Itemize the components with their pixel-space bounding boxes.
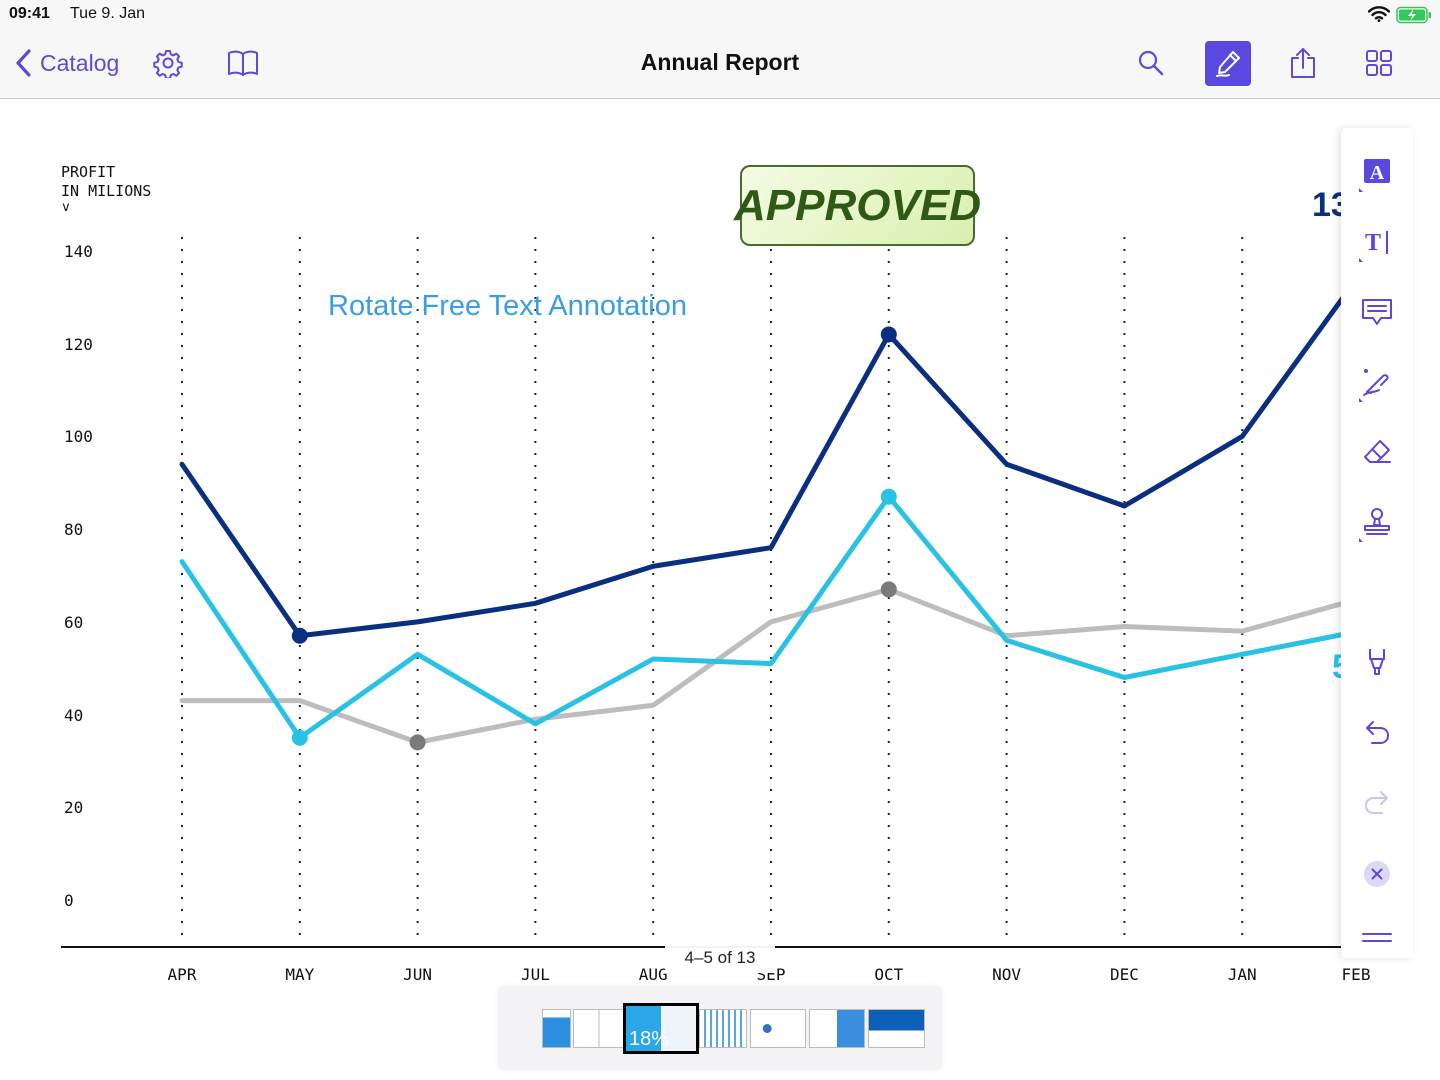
back-button[interactable]: Catalog	[14, 47, 119, 79]
thumbnail-page[interactable]	[750, 1009, 806, 1048]
x-tick-label: OCT	[874, 965, 904, 984]
thumbnail-active-label: 18%	[629, 1028, 670, 1050]
free-text-tool[interactable]: T	[1355, 220, 1399, 264]
chevron-left-icon	[16, 49, 31, 77]
y-tick-label: 40	[64, 705, 84, 725]
y-tick-label: 0	[64, 891, 74, 910]
stamp-tool[interactable]	[1355, 500, 1399, 544]
y-axis-label-line1: PROFIT	[61, 163, 116, 181]
approved-stamp[interactable]: APPROVED	[734, 165, 981, 246]
x-tick-label: FEB	[1341, 965, 1371, 984]
search-button[interactable]	[1134, 46, 1168, 80]
gear-icon	[153, 50, 183, 78]
y-axis-arrow: v	[62, 200, 70, 215]
thumbnail-grid-button[interactable]	[1362, 46, 1396, 80]
y-tick-label: 100	[64, 427, 93, 447]
x-tick-label: JUL	[520, 965, 550, 984]
eraser-icon	[1364, 440, 1391, 463]
battery-icon	[1396, 6, 1431, 24]
status-date: Tue 9. Jan	[70, 5, 146, 22]
status-time: 09:41	[9, 5, 50, 22]
status-bar: 09:41 Tue 9. Jan	[0, 0, 1440, 28]
y-tick-label: 20	[64, 798, 84, 818]
x-tick-label: DEC	[1109, 965, 1139, 984]
document-page[interactable]: PROFIT IN MILIONS v 140 120 100 80 60 40 20 0 AP…	[0, 100, 1440, 1080]
x-tick-label: APR	[167, 965, 197, 984]
stamp-icon	[1364, 508, 1390, 535]
text-highlight-tool[interactable]: A	[1355, 150, 1399, 194]
x-tick-label: MAY	[285, 965, 315, 984]
wifi-icon	[1368, 6, 1390, 22]
eraser-tool[interactable]	[1355, 430, 1399, 474]
y-axis-label-line2: IN MILIONS	[61, 182, 152, 200]
thumbnail-page[interactable]	[809, 1009, 865, 1048]
series-marker-cyan-may	[291, 729, 308, 746]
thumbnail-scrubber[interactable]: 18%	[499, 987, 941, 1069]
close-icon	[1364, 861, 1390, 887]
highlighter-icon	[1369, 649, 1385, 675]
outline-button[interactable]	[226, 46, 260, 80]
back-label: Catalog	[40, 49, 120, 76]
thumbnail-page[interactable]	[699, 1009, 747, 1048]
signature-tool[interactable]	[1355, 360, 1399, 404]
page-indicator: 4–5 of 13	[665, 943, 775, 973]
stamp-text: APPROVED	[734, 180, 981, 230]
y-tick-label: 60	[64, 612, 84, 632]
svg-text:A: A	[1370, 162, 1385, 184]
note-icon	[1362, 299, 1392, 325]
share-icon	[1291, 48, 1315, 78]
signature-icon	[1363, 369, 1389, 396]
note-tool[interactable]	[1355, 290, 1399, 334]
svg-text:T: T	[1365, 230, 1381, 256]
thumbnail-page-active[interactable]: 18%	[623, 1003, 699, 1054]
close-toolbar-button[interactable]	[1355, 852, 1399, 896]
nav-bar: Catalog Annual Report	[0, 28, 1440, 99]
series-marker-navy-may	[291, 627, 308, 644]
pen-icon	[1216, 50, 1240, 77]
redo-button[interactable]	[1355, 780, 1399, 824]
free-text-icon: T	[1365, 230, 1388, 256]
x-tick-label: NOV	[992, 965, 1022, 984]
series-marker-grey-jun	[409, 734, 426, 751]
free-text-annotation[interactable]: Rotate Free Text Annotation	[328, 290, 687, 323]
series-line-cyan	[179, 494, 1363, 741]
search-icon	[1138, 50, 1164, 76]
document-title: Annual Report	[640, 49, 800, 75]
highlighter-tool[interactable]	[1355, 640, 1399, 684]
drag-handle-icon	[1362, 933, 1392, 942]
undo-button[interactable]	[1355, 710, 1399, 754]
toolbar-drag-handle[interactable]	[1355, 916, 1399, 960]
redo-icon	[1365, 791, 1388, 814]
x-tick-label: JAN	[1227, 965, 1257, 984]
share-button[interactable]	[1286, 46, 1320, 80]
y-tick-label: 140	[64, 242, 93, 261]
y-tick-label: 120	[64, 334, 93, 354]
undo-icon	[1366, 721, 1389, 744]
settings-button[interactable]	[151, 46, 185, 80]
series-marker-navy-oct	[880, 326, 897, 343]
y-axis-label: PROFIT IN MILIONS v	[61, 163, 151, 214]
thumbnail-page[interactable]	[542, 1009, 571, 1048]
series-marker-grey-oct	[880, 581, 897, 598]
thumbnail-page[interactable]	[868, 1009, 925, 1048]
profit-line-chart	[61, 237, 1363, 948]
text-highlight-icon: A	[1364, 159, 1390, 184]
series-marker-cyan-oct	[880, 488, 897, 505]
y-tick-label: 80	[64, 520, 84, 540]
annotation-mode-button[interactable]	[1205, 41, 1251, 86]
x-tick-label: JUN	[403, 965, 433, 984]
thumbnail-page[interactable]	[573, 1009, 626, 1048]
annotation-toolbar: A T	[1341, 128, 1413, 958]
grid-icon	[1366, 50, 1392, 76]
book-icon	[228, 50, 258, 76]
